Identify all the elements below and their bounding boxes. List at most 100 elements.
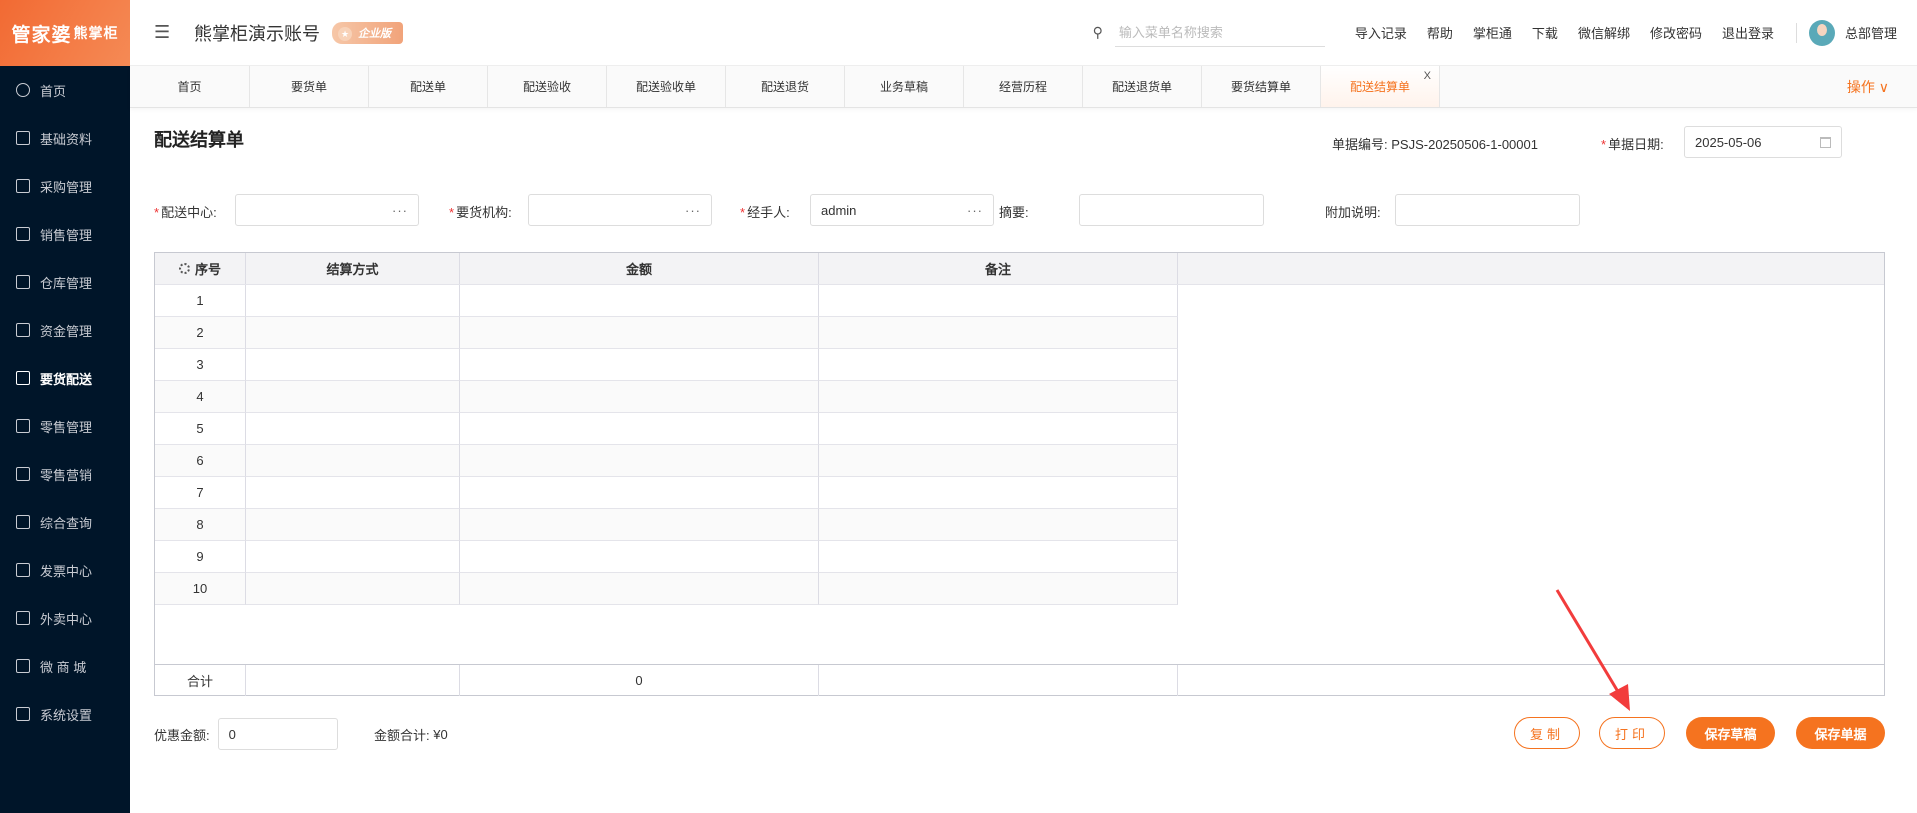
area-chart-icon: [16, 419, 30, 433]
remark-cell[interactable]: [819, 541, 1178, 573]
handler-field[interactable]: admin ···: [810, 194, 994, 226]
settings-icon[interactable]: [178, 263, 190, 274]
user-name[interactable]: 总部管理: [1845, 23, 1897, 42]
remark-cell[interactable]: [819, 413, 1178, 445]
copy-button[interactable]: 复制: [1514, 717, 1580, 749]
method-cell[interactable]: [246, 381, 460, 413]
discount-group: 优惠金额: 0: [154, 718, 338, 750]
logo[interactable]: 管家婆 熊掌柜: [0, 0, 130, 66]
save-document-button[interactable]: 保存单据: [1796, 717, 1885, 749]
tab[interactable]: 配送退货单: [1083, 66, 1202, 107]
col-seq[interactable]: 序号: [155, 253, 246, 284]
method-cell[interactable]: [246, 413, 460, 445]
page-title: 配送结算单: [154, 130, 244, 150]
tab[interactable]: 配送验收单: [607, 66, 726, 107]
amount-cell[interactable]: [460, 573, 819, 605]
amount-cell[interactable]: [460, 541, 819, 573]
menu-search-input[interactable]: [1114, 18, 1325, 47]
sidebar-item[interactable]: 微 商 城: [0, 642, 130, 690]
method-cell[interactable]: [246, 541, 460, 573]
sidebar-item[interactable]: 首页: [0, 66, 130, 114]
more-icon[interactable]: ···: [967, 203, 983, 218]
star-icon: ★: [338, 26, 352, 41]
discount-input[interactable]: 0: [217, 718, 338, 750]
remark-cell[interactable]: [819, 317, 1178, 349]
method-cell[interactable]: [246, 285, 460, 317]
sidebar-item[interactable]: 零售管理: [0, 402, 130, 450]
amount-cell[interactable]: [460, 317, 819, 349]
sidebar-item-label: 综合查询: [40, 515, 93, 531]
remark-cell[interactable]: [819, 349, 1178, 381]
tab[interactable]: 要货结算单: [1202, 66, 1321, 107]
header-link[interactable]: 掌柜通: [1473, 23, 1512, 42]
spacer-cell: [1178, 573, 1884, 605]
amount-cell[interactable]: [460, 381, 819, 413]
tab[interactable]: 要货单: [250, 66, 369, 107]
menu-collapse-icon[interactable]: ☰: [154, 22, 174, 43]
header-link[interactable]: 微信解绑: [1578, 23, 1630, 42]
remark-cell[interactable]: [819, 285, 1178, 317]
note-input[interactable]: [1395, 194, 1580, 226]
method-cell[interactable]: [246, 349, 460, 381]
tab[interactable]: 配送单: [369, 66, 488, 107]
method-cell[interactable]: [246, 477, 460, 509]
avatar[interactable]: [1808, 19, 1835, 46]
org-field[interactable]: ···: [528, 194, 712, 226]
tab[interactable]: 经营历程: [964, 66, 1083, 107]
sidebar-item-label: 零售营销: [40, 467, 93, 483]
more-icon[interactable]: ···: [685, 203, 701, 218]
doc-number: 单据编号: PSJS-20250506-1-00001: [1332, 134, 1538, 153]
header-link[interactable]: 帮助: [1427, 23, 1453, 42]
account-name: 熊掌柜演示账号: [194, 23, 320, 44]
tab[interactable]: 配送退货: [726, 66, 845, 107]
sidebar-item[interactable]: 外卖中心: [0, 594, 130, 642]
sidebar-item[interactable]: 仓库管理: [0, 258, 130, 306]
remark-cell[interactable]: [819, 445, 1178, 477]
header-link[interactable]: 退出登录: [1722, 23, 1774, 42]
header-link[interactable]: 导入记录: [1355, 23, 1407, 42]
print-button[interactable]: 打印: [1599, 717, 1665, 749]
method-cell[interactable]: [246, 573, 460, 605]
sidebar-item[interactable]: 要货配送: [0, 354, 130, 402]
method-cell[interactable]: [246, 317, 460, 349]
close-icon[interactable]: X: [1424, 70, 1431, 82]
amount-cell[interactable]: [460, 509, 819, 541]
spacer-cell: [1178, 381, 1884, 413]
header-link[interactable]: 下载: [1532, 23, 1558, 42]
sidebar-item[interactable]: 基础资料: [0, 114, 130, 162]
sidebar-item-label: 首页: [40, 83, 67, 99]
header-link[interactable]: 修改密码: [1650, 23, 1702, 42]
save-draft-button[interactable]: 保存草稿: [1686, 717, 1775, 749]
sidebar-item[interactable]: 发票中心: [0, 546, 130, 594]
tab[interactable]: 业务草稿: [845, 66, 964, 107]
date-picker[interactable]: 2025-05-06: [1684, 126, 1842, 158]
tab[interactable]: 首页: [130, 66, 250, 107]
operations-dropdown[interactable]: 操作 ∨: [1847, 66, 1889, 107]
amount-cell[interactable]: [460, 285, 819, 317]
seq-cell: 6: [155, 445, 246, 477]
summary-input[interactable]: [1079, 194, 1264, 226]
center-field[interactable]: ···: [235, 194, 419, 226]
remark-cell[interactable]: [819, 509, 1178, 541]
amount-cell[interactable]: [460, 445, 819, 477]
sidebar-item[interactable]: 综合查询: [0, 498, 130, 546]
tab[interactable]: 配送结算单 X: [1321, 66, 1440, 107]
sidebar-item[interactable]: 销售管理: [0, 210, 130, 258]
sidebar-item[interactable]: 采购管理: [0, 162, 130, 210]
sidebar-item[interactable]: 系统设置: [0, 690, 130, 738]
tab-label: 配送验收: [522, 80, 571, 94]
remark-cell[interactable]: [819, 381, 1178, 413]
amount-cell[interactable]: [460, 477, 819, 509]
amount-cell[interactable]: [460, 413, 819, 445]
sidebar-item[interactable]: 零售营销: [0, 450, 130, 498]
remark-cell[interactable]: [819, 573, 1178, 605]
sidebar-item[interactable]: 资金管理: [0, 306, 130, 354]
more-icon[interactable]: ···: [392, 203, 408, 218]
amount-cell[interactable]: [460, 349, 819, 381]
remark-cell[interactable]: [819, 477, 1178, 509]
sidebar-item-label: 基础资料: [40, 131, 93, 147]
tab[interactable]: 配送验收: [488, 66, 607, 107]
method-cell[interactable]: [246, 509, 460, 541]
method-cell[interactable]: [246, 445, 460, 477]
sidebar-item-label: 发票中心: [40, 563, 93, 579]
